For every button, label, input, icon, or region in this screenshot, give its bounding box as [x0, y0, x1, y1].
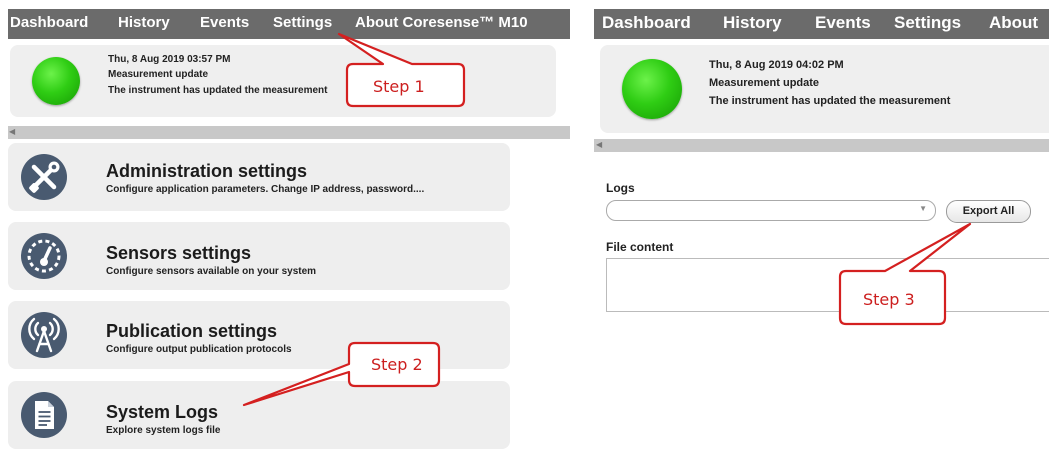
nav-events[interactable]: Events [200, 14, 249, 31]
notification-panel: Thu, 8 Aug 2019 04:02 PM Measurement upd… [600, 45, 1049, 133]
menu-description: Explore system logs file [106, 425, 221, 436]
notification-title: Measurement update [709, 77, 820, 89]
menu-system-logs[interactable]: System Logs Explore system logs file [8, 381, 510, 449]
top-nav: Dashboard History Events Settings About … [8, 9, 570, 39]
status-indicator [622, 59, 682, 119]
file-content-textarea[interactable] [606, 258, 1049, 312]
step3-label: Step 3 [863, 290, 915, 309]
menu-publication-settings[interactable]: Publication settings Configure output pu… [8, 301, 510, 369]
scroll-left-icon[interactable]: ◀ [9, 127, 15, 136]
tools-icon [21, 154, 67, 200]
menu-description: Configure sensors available on your syst… [106, 266, 317, 277]
step2-label: Step 2 [371, 355, 423, 374]
nav-settings[interactable]: Settings [894, 13, 961, 33]
nav-history[interactable]: History [118, 14, 170, 31]
notification-timestamp: Thu, 8 Aug 2019 03:57 PM [108, 54, 231, 65]
antenna-icon [21, 312, 67, 358]
file-content-label: File content [606, 240, 674, 254]
menu-description: Configure output publication protocols [106, 344, 292, 355]
step1-label: Step 1 [373, 77, 425, 96]
logs-select[interactable]: ▼ [606, 200, 936, 221]
right-screenshot: Dashboard History Events Settings About … [594, 9, 1049, 319]
menu-administration-settings[interactable]: Administration settings Configure applic… [8, 143, 510, 211]
notification-panel: Thu, 8 Aug 2019 03:57 PM Measurement upd… [10, 45, 556, 117]
menu-title: Publication settings [106, 321, 278, 341]
gauge-icon [21, 233, 67, 279]
nav-events[interactable]: Events [815, 13, 871, 33]
left-screenshot: Dashboard History Events Settings About … [8, 9, 570, 449]
chevron-down-icon: ▼ [919, 204, 927, 213]
notification-title: Measurement update [108, 69, 209, 80]
status-indicator [32, 57, 80, 105]
nav-about[interactable]: About [989, 13, 1038, 33]
menu-title: Administration settings [106, 161, 308, 181]
scroll-left-icon[interactable]: ◀ [596, 140, 602, 149]
menu-title: Sensors settings [106, 243, 252, 263]
horizontal-scrollbar[interactable]: ◀ [8, 126, 570, 139]
nav-dashboard[interactable]: Dashboard [602, 13, 691, 33]
menu-title: System Logs [106, 402, 219, 422]
menu-description: Configure application parameters. Change… [106, 184, 425, 195]
nav-dashboard[interactable]: Dashboard [10, 14, 88, 31]
menu-sensors-settings[interactable]: Sensors settings Configure sensors avail… [8, 222, 510, 290]
export-all-button[interactable]: Export All [946, 200, 1031, 223]
document-icon [21, 392, 67, 438]
horizontal-scrollbar[interactable]: ◀ [594, 139, 1049, 152]
logs-label: Logs [606, 181, 635, 195]
nav-history[interactable]: History [723, 13, 782, 33]
top-nav: Dashboard History Events Settings About [594, 9, 1049, 39]
nav-about[interactable]: About Coresense™ M10 [355, 14, 528, 31]
nav-settings[interactable]: Settings [273, 14, 332, 31]
notification-timestamp: Thu, 8 Aug 2019 04:02 PM [709, 59, 844, 71]
notification-message: The instrument has updated the measureme… [709, 95, 951, 107]
notification-message: The instrument has updated the measureme… [108, 85, 328, 96]
